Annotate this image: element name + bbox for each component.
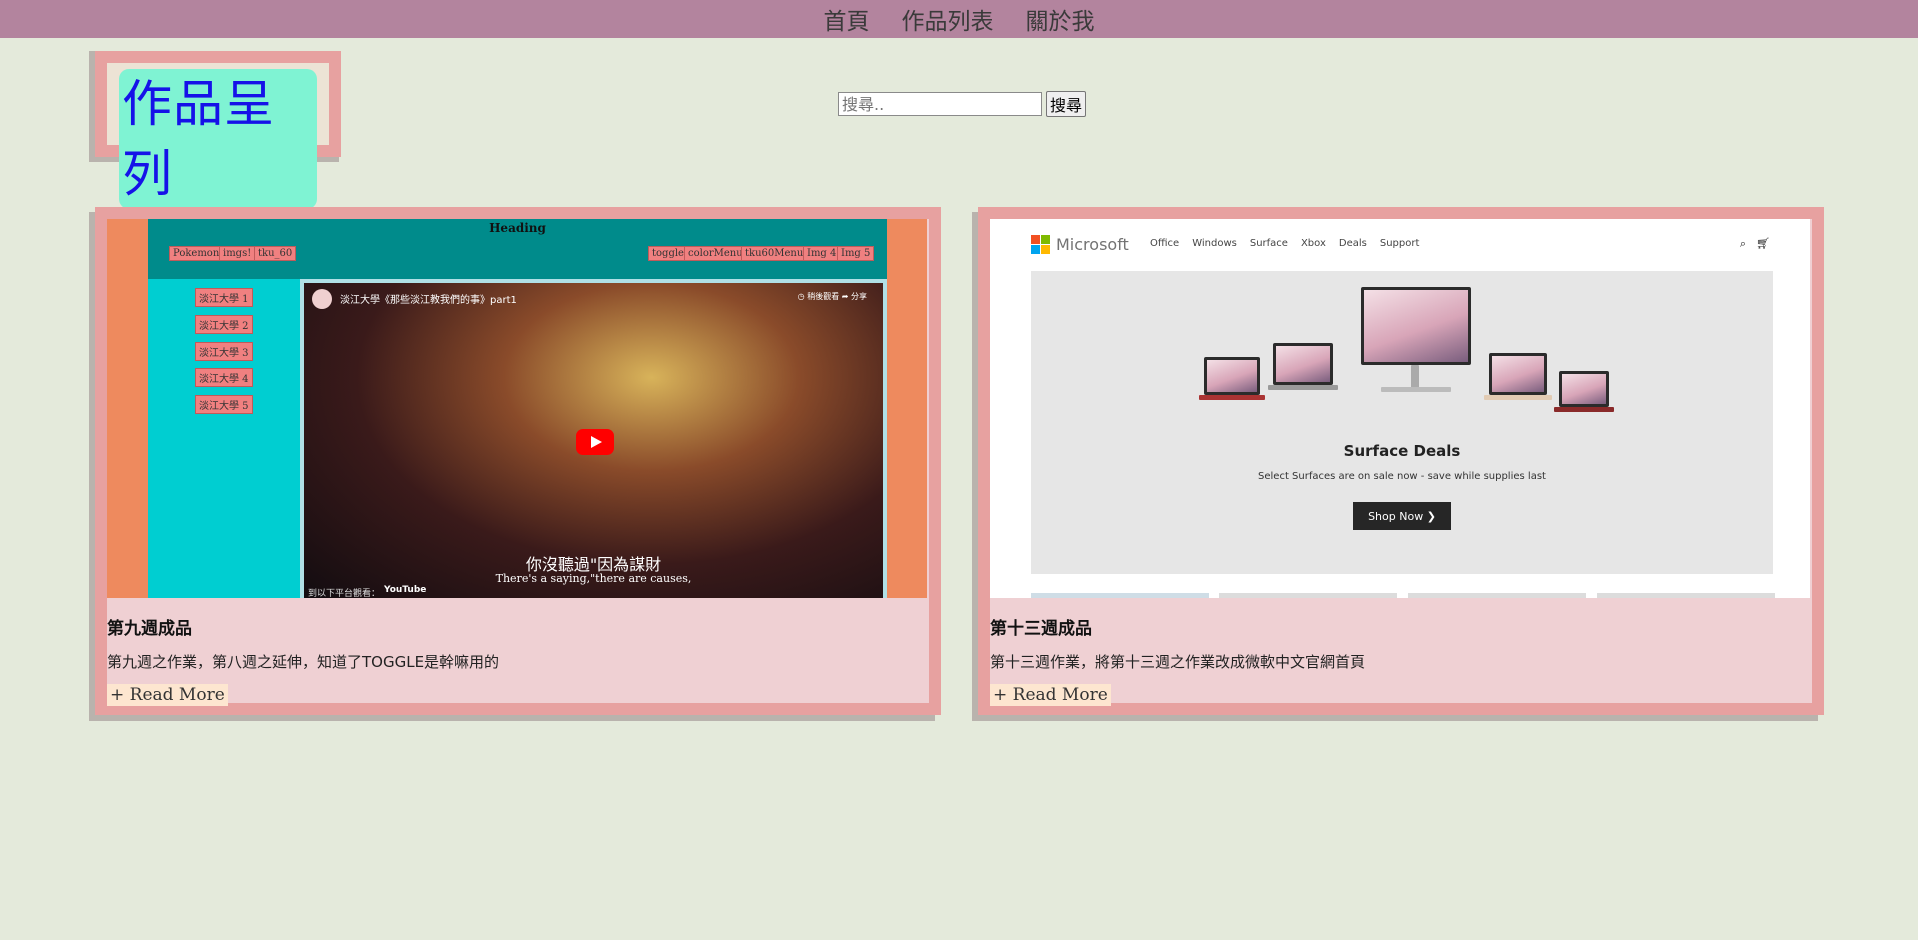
top-nav: 首頁 作品列表 關於我	[0, 0, 1918, 38]
microsoft-logo: Microsoft	[1031, 235, 1129, 254]
nav-about-link[interactable]: 關於我	[1026, 2, 1095, 36]
thumb-nav-item: Xbox	[1300, 238, 1326, 249]
read-more-button[interactable]: + Read More	[990, 684, 1111, 706]
thumb-tag: imgs!	[219, 246, 256, 261]
thumbnail-header: Heading Pokemon imgs! tku_60 toggle colo…	[148, 219, 887, 279]
thumb-nav-item: Deals	[1338, 238, 1367, 249]
thumbnail-tile	[1408, 593, 1586, 598]
youtube-logo[interactable]: YouTube	[384, 585, 426, 595]
work-card-week9[interactable]: Heading Pokemon imgs! tku_60 toggle colo…	[95, 207, 941, 715]
card-title: 第九週成品	[107, 619, 192, 639]
thumbnail-site: Heading Pokemon imgs! tku_60 toggle colo…	[148, 219, 887, 598]
device-base	[1199, 395, 1265, 400]
card-title: 第十三週成品	[990, 619, 1092, 639]
thumb-side-item: 淡江大學 4	[195, 368, 253, 387]
card-body: Heading Pokemon imgs! tku_60 toggle colo…	[107, 219, 929, 706]
thumb-tag: Pokemon	[169, 246, 224, 261]
nav-home-link[interactable]: 首頁	[824, 2, 870, 36]
device-stand	[1411, 365, 1419, 389]
logo-frame: 作品呈列	[95, 51, 341, 209]
banner-subtitle: Select Surfaces are on sale now - save w…	[1258, 471, 1546, 482]
thumb-tag: Img 4	[803, 246, 841, 261]
device-base	[1268, 385, 1338, 390]
brand-name: Microsoft	[1056, 235, 1129, 254]
thumbnail-icons: ⌕ 🛒︎	[1740, 237, 1770, 251]
video-actions: ◷ 稍後觀看 ➦ 分享	[798, 291, 867, 302]
device-base	[1484, 395, 1552, 400]
thumb-side-item: 淡江大學 2	[195, 315, 253, 334]
search-icon: ⌕	[1739, 237, 1747, 250]
video-frame: 淡江大學《那些淡江教我們的事》part1 ◷ 稍後觀看 ➦ 分享 你沒聽過"因為…	[300, 279, 887, 598]
work-card-week13[interactable]: Microsoft Office Windows Surface Xbox De…	[978, 207, 1824, 715]
nav-works-link[interactable]: 作品列表	[902, 2, 994, 36]
thumbnail-heading: Heading	[489, 221, 546, 235]
page-title: 作品呈列	[119, 69, 317, 209]
thumbnail-tile	[1219, 593, 1397, 598]
thumb-nav-item: Surface	[1249, 238, 1288, 249]
thumb-side-item: 淡江大學 3	[195, 342, 253, 361]
card-thumbnail[interactable]: Microsoft Office Windows Surface Xbox De…	[990, 219, 1810, 598]
thumb-nav-item: Office	[1150, 238, 1180, 249]
laptop-device	[1204, 357, 1260, 395]
cart-icon: 🛒︎	[1756, 237, 1770, 250]
studio-device	[1361, 287, 1471, 365]
watch-later-label: 稍後觀看	[807, 292, 840, 301]
thumb-tag: tku60Menu	[741, 246, 808, 261]
thumbnail-tile	[1597, 593, 1775, 598]
video-title: 淡江大學《那些淡江教我們的事》part1	[340, 295, 517, 306]
share-label: 分享	[851, 292, 867, 301]
thumb-tag: tku_60	[254, 246, 297, 261]
video-subtitle-en: There's a saying,"there are causes,	[495, 572, 692, 585]
card-body: Microsoft Office Windows Surface Xbox De…	[990, 219, 1812, 706]
search-input[interactable]	[838, 92, 1042, 116]
device-base	[1554, 407, 1614, 412]
channel-avatar	[312, 289, 332, 309]
laptop-device	[1559, 371, 1609, 407]
share-icon[interactable]: ➦	[842, 292, 849, 301]
device-base	[1381, 387, 1451, 392]
video-player[interactable]: 淡江大學《那些淡江教我們的事》part1 ◷ 稍後觀看 ➦ 分享 你沒聽過"因為…	[304, 283, 883, 598]
thumb-nav-item: Support	[1379, 238, 1420, 249]
card-thumbnail[interactable]: Heading Pokemon imgs! tku_60 toggle colo…	[107, 219, 927, 598]
thumb-nav-item: Windows	[1192, 238, 1237, 249]
thumbnail-tile	[1031, 593, 1209, 598]
surface-banner: Surface Deals Select Surfaces are on sal…	[1031, 271, 1773, 574]
read-more-button[interactable]: + Read More	[107, 684, 228, 706]
laptop-device	[1489, 353, 1547, 395]
search-button[interactable]: 搜尋	[1046, 91, 1087, 117]
thumbnail-nav: Office Windows Surface Xbox Deals Suppor…	[1150, 238, 1419, 249]
search-form: 搜尋	[838, 91, 1087, 117]
thumb-tag: toggle	[648, 246, 688, 261]
thumb-tag: colorMenu	[684, 246, 747, 261]
thumb-side-item: 淡江大學 1	[195, 288, 253, 307]
laptop-device	[1273, 343, 1333, 385]
thumb-tag: Img 5	[837, 246, 875, 261]
shop-now-button: Shop Now ❯	[1353, 502, 1451, 530]
banner-title: Surface Deals	[1343, 442, 1461, 460]
watch-on-label: 到以下平台觀看：	[308, 589, 381, 598]
logo-inner: 作品呈列	[107, 63, 329, 209]
play-icon[interactable]	[576, 429, 614, 455]
thumb-side-item: 淡江大學 5	[195, 395, 253, 414]
card-description: 第十三週作業，將第十三週之作業改成微軟中文官網首頁	[990, 653, 1366, 671]
card-description: 第九週之作業，第八週之延伸，知道了TOGGLE是幹嘛用的	[107, 653, 500, 671]
windows-logo-icon	[1031, 235, 1050, 254]
clock-icon[interactable]: ◷	[798, 292, 805, 301]
